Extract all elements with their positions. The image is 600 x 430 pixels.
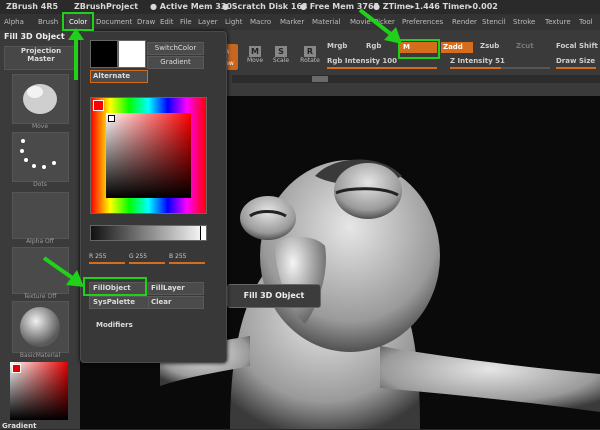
hue-ring[interactable] bbox=[90, 97, 207, 214]
rotate-icon: R bbox=[304, 46, 316, 57]
menu-document[interactable]: Document bbox=[96, 14, 132, 30]
arrow-to-color-menu-icon bbox=[68, 28, 84, 80]
move-brush-icon bbox=[23, 84, 57, 114]
texture-label: Texture Off bbox=[23, 293, 57, 300]
stroke-selector[interactable] bbox=[12, 132, 69, 182]
left-shelf: Projection Master Move Dots Alpha Off Te… bbox=[0, 44, 80, 430]
z-intensity-slider[interactable]: Z Intensity 51 bbox=[450, 57, 505, 65]
shelf-scrollbar[interactable] bbox=[232, 75, 600, 83]
color-palette-panel: SwitchColor Gradient Alternate R 255 G 2… bbox=[80, 31, 227, 363]
rgb-intensity-track[interactable] bbox=[327, 67, 437, 69]
app-title: ZBrush 4R5 bbox=[6, 2, 59, 11]
menu-texture[interactable]: Texture bbox=[545, 14, 571, 30]
z-intensity-fill bbox=[450, 67, 501, 69]
draw-size-track[interactable] bbox=[556, 67, 596, 69]
rotate-button[interactable]: R Rotate bbox=[298, 46, 322, 72]
arrow-to-fill-object-icon bbox=[42, 256, 84, 287]
menu-edit[interactable]: Edit bbox=[160, 14, 174, 30]
arrow-to-m-button-icon bbox=[358, 8, 402, 44]
zadd-button[interactable]: Zadd bbox=[441, 42, 473, 53]
scratch-disk: ● Scratch Disk 163 bbox=[222, 2, 308, 11]
rgb-intensity-slider[interactable]: Rgb Intensity 100 bbox=[327, 57, 397, 65]
alpha-label: Alpha Off bbox=[26, 238, 54, 245]
menu-light[interactable]: Light bbox=[225, 14, 242, 30]
alternate-button[interactable]: Alternate bbox=[90, 70, 148, 83]
b-slider[interactable]: B 255 bbox=[169, 253, 205, 264]
move-icon: M bbox=[249, 46, 261, 57]
menu-stencil[interactable]: Stencil bbox=[482, 14, 506, 30]
menu-macro[interactable]: Macro bbox=[250, 14, 271, 30]
color-picker-cursor[interactable] bbox=[108, 115, 115, 122]
material-sphere-icon bbox=[20, 307, 60, 347]
stroke-label: Dots bbox=[33, 181, 47, 188]
main-color-chip bbox=[12, 364, 21, 373]
menu-tool[interactable]: Tool bbox=[579, 14, 593, 30]
draw-size-slider[interactable]: Draw Size bbox=[556, 57, 595, 65]
intensity-gradient-bar[interactable] bbox=[90, 225, 207, 241]
r-slider[interactable]: R 255 bbox=[89, 253, 125, 264]
clear-button[interactable]: Clear bbox=[148, 296, 204, 309]
material-selector[interactable] bbox=[12, 301, 69, 353]
active-mem: ● Active Mem 330 bbox=[150, 2, 232, 11]
z-intensity-track[interactable] bbox=[450, 67, 550, 69]
rgb-intensity-fill bbox=[327, 67, 437, 69]
secondary-color-swatch[interactable] bbox=[118, 40, 146, 68]
zsub-button[interactable]: Zsub bbox=[480, 42, 499, 50]
scale-icon: S bbox=[275, 46, 287, 57]
mrgb-button[interactable]: Mrgb bbox=[327, 42, 347, 50]
menu-file[interactable]: File bbox=[180, 14, 192, 30]
b-slider-track bbox=[169, 262, 205, 264]
fill-3d-object-tooltip: Fill 3D Object bbox=[227, 284, 321, 308]
menu-alpha[interactable]: Alpha bbox=[4, 14, 24, 30]
modifiers-label: Modifiers bbox=[96, 321, 133, 329]
dots-stroke-icon bbox=[20, 139, 56, 169]
switch-color-button[interactable]: SwitchColor bbox=[147, 42, 204, 55]
material-label: BasicMaterial bbox=[19, 352, 61, 359]
menu-preferences[interactable]: Preferences bbox=[402, 14, 443, 30]
saturation-value-square[interactable] bbox=[106, 113, 191, 198]
brush-label: Move bbox=[31, 123, 49, 130]
fill-layer-button[interactable]: FillLayer bbox=[148, 282, 204, 295]
menu-draw[interactable]: Draw bbox=[137, 14, 155, 30]
g-slider[interactable]: G 255 bbox=[129, 253, 165, 264]
menu-material[interactable]: Material bbox=[312, 14, 340, 30]
sys-palette-button[interactable]: SysPalette bbox=[89, 296, 151, 309]
hue-marker bbox=[93, 100, 104, 111]
r-slider-track bbox=[89, 262, 125, 264]
g-slider-track bbox=[129, 262, 165, 264]
primary-color-swatch[interactable] bbox=[90, 40, 118, 68]
gradient-button[interactable]: Gradient bbox=[147, 56, 204, 69]
fill-object-highlight bbox=[83, 277, 147, 296]
focal-shift-slider[interactable]: Focal Shift bbox=[556, 42, 598, 50]
intensity-handle[interactable] bbox=[200, 226, 206, 240]
alpha-selector[interactable] bbox=[12, 192, 69, 239]
menu-stroke[interactable]: Stroke bbox=[513, 14, 535, 30]
menu-layer[interactable]: Layer bbox=[198, 14, 218, 30]
brush-selector[interactable] bbox=[12, 74, 69, 124]
zcut-button[interactable]: Zcut bbox=[516, 42, 534, 50]
scale-button[interactable]: S Scale bbox=[270, 46, 292, 72]
move-button[interactable]: M Move bbox=[244, 46, 266, 72]
menu-render[interactable]: Render bbox=[452, 14, 477, 30]
menu-marker[interactable]: Marker bbox=[280, 14, 304, 30]
menu-brush[interactable]: Brush bbox=[38, 14, 58, 30]
scrollbar-thumb[interactable] bbox=[312, 76, 328, 82]
